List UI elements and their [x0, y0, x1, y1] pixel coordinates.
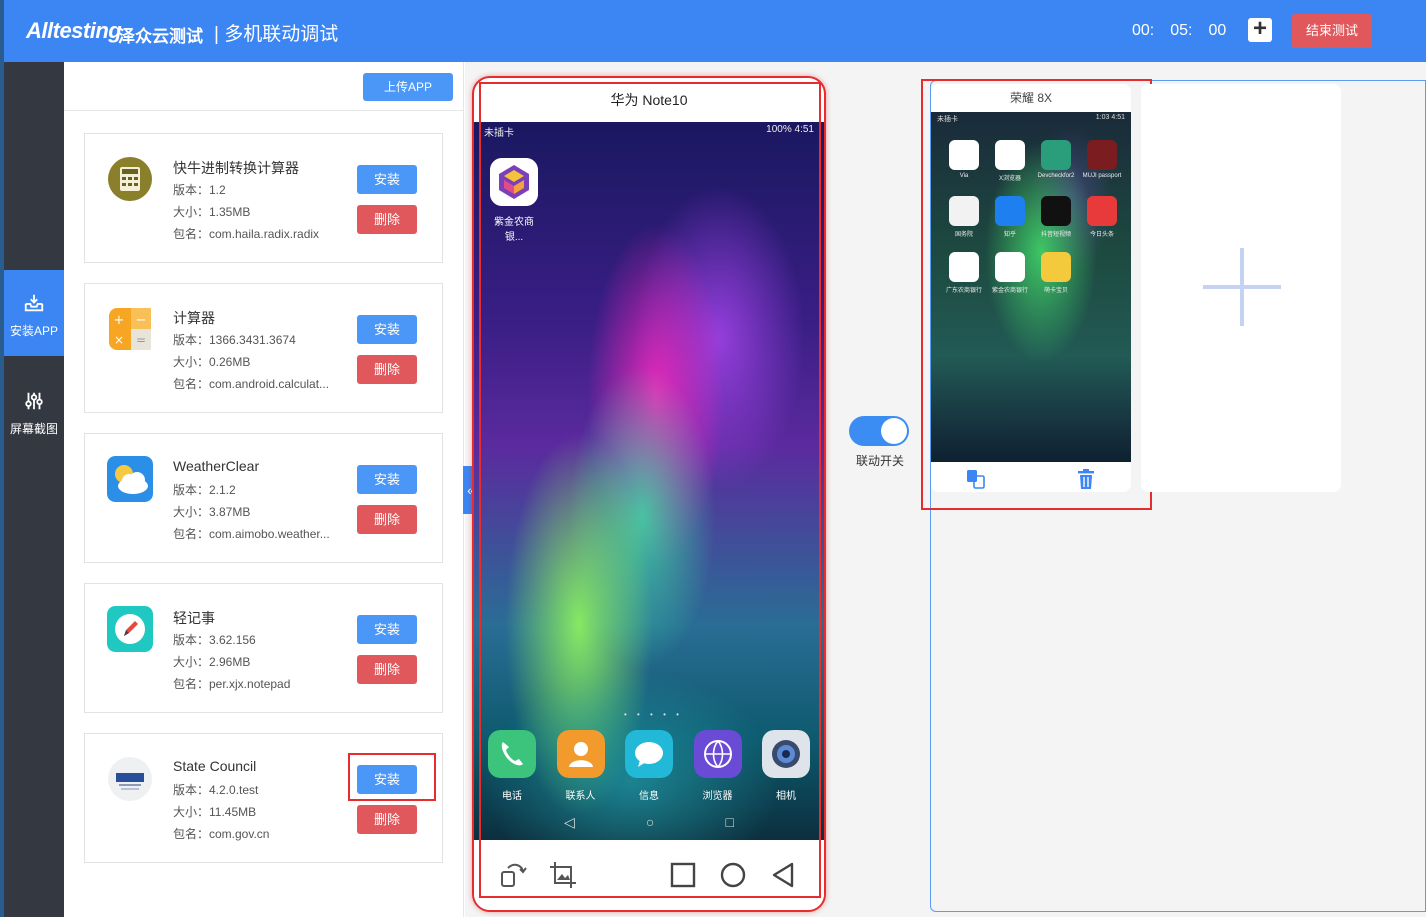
app-package: 包名：com.aimobo.weather... [173, 527, 330, 541]
app-size: 大小：0.26MB [173, 355, 251, 369]
divider [64, 110, 464, 111]
app-card: WeatherClear 版本：2.1.2 大小：3.87MB 包名：com.a… [84, 433, 443, 563]
extend-time-button[interactable]: + [1248, 17, 1272, 42]
app-card: + − × = 计算器 版本：1366.3431.3674 大小：0.26MB … [84, 283, 443, 413]
install-button[interactable]: 安装 [357, 165, 417, 194]
app-version: 版本：1.2 [173, 183, 226, 197]
highlight-box [921, 79, 1152, 510]
app-size: 大小：1.35MB [173, 205, 251, 219]
app-name: State Council [173, 758, 257, 774]
delete-button[interactable]: 删除 [357, 205, 417, 234]
sliders-icon [25, 392, 43, 410]
app-version: 版本：2.1.2 [173, 483, 236, 497]
nav-item-screenshot[interactable]: 屏幕截图 [4, 368, 64, 454]
app-name: 轻记事 [173, 610, 215, 626]
app-package: 包名：com.haila.radix.radix [173, 227, 320, 241]
timer-seconds: 00 [1208, 22, 1227, 39]
delete-button[interactable]: 删除 [357, 655, 417, 684]
svg-text:×: × [114, 333, 124, 347]
svg-text:+: + [114, 313, 125, 328]
nav-label: 安装APP [9, 324, 58, 338]
delete-button[interactable]: 删除 [357, 505, 417, 534]
install-button[interactable]: 安装 [357, 465, 417, 494]
tray-download-icon [24, 294, 44, 312]
app-card: 轻记事 版本：3.62.156 大小：2.96MB 包名：per.xjx.not… [84, 583, 443, 713]
app-package: 包名：per.xjx.notepad [173, 677, 291, 691]
side-nav: 安装APP 屏幕截图 [4, 62, 72, 917]
app-card: 快牛进制转换计算器 版本：1.2 大小：1.35MB 包名：com.haila.… [84, 133, 443, 263]
brand-logo: Alltesting [26, 18, 122, 43]
brand-name: 泽众云测试 [118, 27, 203, 46]
add-device-slot[interactable] [1141, 84, 1341, 492]
app-size: 大小：3.87MB [173, 505, 251, 519]
timer-hours: 00: [1132, 22, 1155, 39]
timer-minutes: 05: [1170, 22, 1193, 39]
app-name: 计算器 [173, 310, 215, 326]
toggle-knob [881, 418, 907, 444]
weather-cloud-icon [107, 456, 153, 502]
calculator-orange-icon: + − × = [109, 308, 151, 350]
svg-text:−: − [136, 313, 147, 328]
app-name: 快牛进制转换计算器 [173, 160, 299, 176]
delete-button[interactable]: 删除 [357, 805, 417, 834]
top-bar: Alltesting 泽众云测试 | 多机联动调试 00: 05: 00 + 结… [4, 0, 1426, 62]
highlight-box [348, 753, 436, 801]
upload-app-button[interactable]: 上传APP [363, 73, 453, 101]
nav-item-install-app[interactable]: 安装APP [4, 270, 72, 356]
plus-icon [1203, 248, 1281, 326]
app-size: 大小：2.96MB [173, 655, 251, 669]
svg-text:=: = [136, 333, 146, 347]
app-name: WeatherClear [173, 458, 260, 474]
session-timer: 00: 05: 00 [1132, 22, 1226, 40]
highlight-box [479, 82, 821, 898]
page-title: | 多机联动调试 [214, 24, 339, 45]
app-version: 版本：1366.3431.3674 [173, 333, 296, 347]
notepad-pencil-icon [107, 606, 153, 652]
state-council-logo-icon [108, 757, 152, 801]
app-version: 版本：4.2.0.test [173, 783, 259, 797]
nav-label: 屏幕截图 [9, 422, 58, 436]
app-version: 版本：3.62.156 [173, 633, 256, 647]
link-toggle[interactable] [849, 416, 909, 446]
calculator-olive-icon [108, 157, 152, 201]
app-package: 包名：com.android.calculat... [173, 377, 330, 391]
link-toggle-label: 联动开关 [855, 454, 904, 468]
app-package: 包名：com.gov.cn [173, 827, 270, 841]
install-button[interactable]: 安装 [357, 315, 417, 344]
install-button[interactable]: 安装 [357, 615, 417, 644]
delete-button[interactable]: 删除 [357, 355, 417, 384]
end-test-button[interactable]: 结束测试 [1292, 14, 1372, 48]
app-size: 大小：11.45MB [173, 805, 257, 819]
